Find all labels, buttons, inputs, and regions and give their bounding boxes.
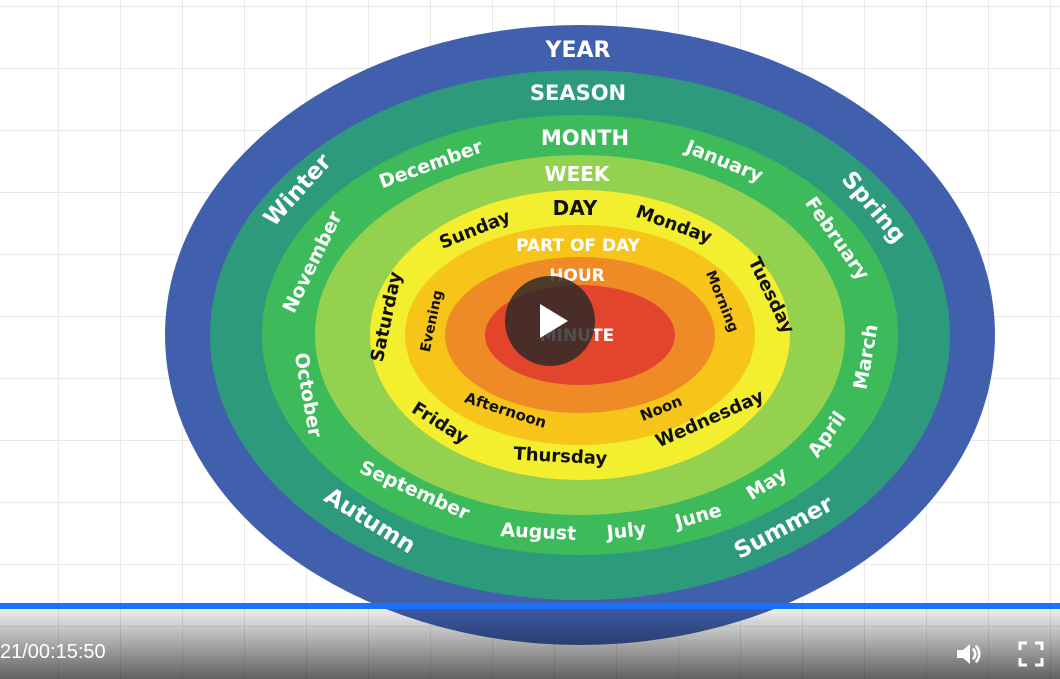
label-year: YEAR (545, 38, 611, 63)
time-display: 21/00:15:50 (0, 641, 106, 663)
fullscreen-icon[interactable] (1016, 639, 1046, 669)
volume-icon[interactable] (954, 639, 984, 669)
label-month: MONTH (541, 126, 629, 150)
progress-fill (0, 603, 1060, 609)
label-part-of-day: PART OF DAY (516, 236, 641, 256)
play-icon (540, 304, 568, 338)
label-day: DAY (553, 196, 598, 220)
month-july: July (604, 518, 648, 544)
video-controls: 21/00:15:50 (0, 603, 1060, 679)
play-button[interactable] (505, 276, 595, 366)
label-season: SEASON (530, 81, 626, 105)
label-week: WEEK (545, 162, 611, 186)
month-august: August (500, 519, 577, 545)
progress-bar[interactable] (0, 603, 1060, 609)
